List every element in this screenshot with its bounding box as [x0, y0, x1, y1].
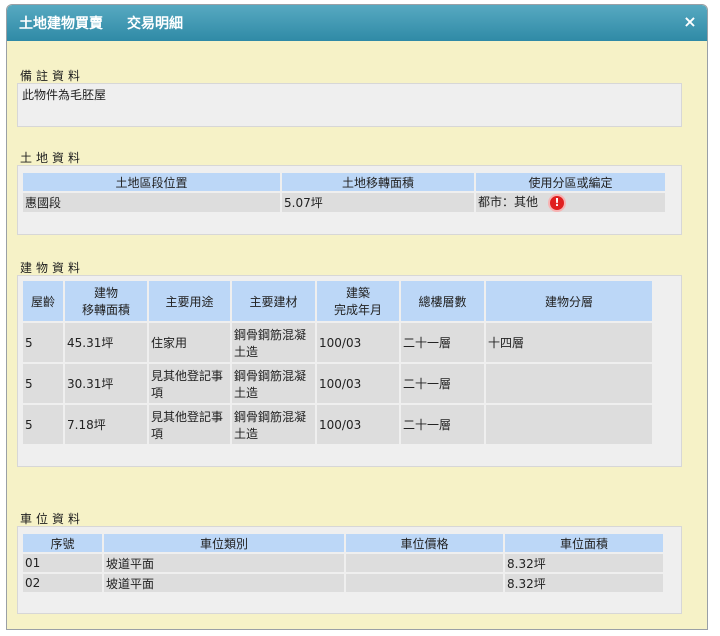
building-table: 屋齡 建物 移轉面積 主要用途 主要建材 建築 完成年月 總樓層數 建物分層 5…: [21, 279, 654, 446]
building-layer: 十四層: [486, 323, 652, 362]
table-row: 5 7.18坪 見其他登記事項 鋼骨鋼筋混凝土造 100/03 二十一層: [23, 405, 652, 444]
parking-type: 坡道平面: [104, 574, 344, 592]
parking-header-price: 車位價格: [346, 534, 503, 552]
transaction-detail-dialog: 土地建物買賣 交易明細 × 備註資料 此物件為毛胚屋 土地資料 土地區段位置 土…: [6, 4, 708, 630]
building-floors: 二十一層: [401, 405, 484, 444]
building-header-use: 主要用途: [149, 281, 230, 321]
building-use: 見其他登記事項: [149, 405, 230, 444]
land-header-area: 土地移轉面積: [282, 173, 474, 191]
table-row: 5 45.31坪 住家用 鋼骨鋼筋混凝土造 100/03 二十一層 十四層: [23, 323, 652, 362]
notes-text: 此物件為毛胚屋: [22, 88, 107, 102]
table-row: 02 坡道平面 8.32坪: [23, 574, 663, 592]
parking-area: 8.32坪: [505, 574, 663, 592]
building-panel: 屋齡 建物 移轉面積 主要用途 主要建材 建築 完成年月 總樓層數 建物分層 5…: [17, 275, 682, 467]
land-header-zoning: 使用分區或編定: [476, 173, 665, 191]
building-header-layer: 建物分層: [486, 281, 652, 321]
dialog-title: 土地建物買賣: [19, 16, 103, 32]
parking-panel: 序號 車位類別 車位價格 車位面積 01 坡道平面 8.32坪 02 坡道平面 …: [17, 526, 682, 614]
building-header-area: 建物 移轉面積: [65, 281, 147, 321]
building-floors: 二十一層: [401, 364, 484, 403]
land-area: 5.07坪: [282, 193, 474, 212]
table-row: 01 坡道平面 8.32坪: [23, 554, 663, 572]
land-section-label: 土地資料: [20, 151, 85, 165]
land-zoning-cell: 都市：其他!: [476, 193, 665, 212]
building-floors: 二十一層: [401, 323, 484, 362]
parking-header-no: 序號: [23, 534, 102, 552]
building-built: 100/03: [317, 364, 399, 403]
land-header-location: 土地區段位置: [23, 173, 280, 191]
building-built: 100/03: [317, 405, 399, 444]
building-area: 7.18坪: [65, 405, 147, 444]
building-age: 5: [23, 405, 63, 444]
parking-area: 8.32坪: [505, 554, 663, 572]
building-built: 100/03: [317, 323, 399, 362]
building-header-floors: 總樓層數: [401, 281, 484, 321]
land-panel: 土地區段位置 土地移轉面積 使用分區或編定 惠國段 5.07坪 都市：其他!: [17, 165, 682, 235]
building-area: 45.31坪: [65, 323, 147, 362]
notes-panel: 此物件為毛胚屋: [17, 83, 682, 127]
land-zoning: 都市：其他: [478, 195, 539, 209]
parking-no: 02: [23, 574, 102, 592]
building-age: 5: [23, 364, 63, 403]
building-header-age: 屋齡: [23, 281, 63, 321]
close-icon[interactable]: ×: [681, 13, 699, 31]
building-use: 住家用: [149, 323, 230, 362]
parking-type: 坡道平面: [104, 554, 344, 572]
notes-section-label: 備註資料: [20, 69, 85, 83]
parking-no: 01: [23, 554, 102, 572]
parking-header-area: 車位面積: [505, 534, 663, 552]
land-location: 惠國段: [23, 193, 280, 212]
dialog-titlebar: 土地建物買賣 交易明細 ×: [7, 5, 707, 41]
table-row: 惠國段 5.07坪 都市：其他!: [23, 193, 665, 212]
table-row: 5 30.31坪 見其他登記事項 鋼骨鋼筋混凝土造 100/03 二十一層: [23, 364, 652, 403]
parking-price: [346, 574, 503, 592]
parking-section-label: 車位資料: [20, 512, 85, 526]
building-material: 鋼骨鋼筋混凝土造: [232, 323, 315, 362]
parking-price: [346, 554, 503, 572]
building-layer: [486, 405, 652, 444]
parking-header-type: 車位類別: [104, 534, 344, 552]
alert-icon[interactable]: !: [548, 193, 567, 212]
parking-table: 序號 車位類別 車位價格 車位面積 01 坡道平面 8.32坪 02 坡道平面 …: [21, 532, 665, 594]
building-section-label: 建物資料: [20, 261, 85, 275]
dialog-subtitle: 交易明細: [127, 16, 183, 32]
building-material: 鋼骨鋼筋混凝土造: [232, 364, 315, 403]
building-header-material: 主要建材: [232, 281, 315, 321]
building-use: 見其他登記事項: [149, 364, 230, 403]
building-age: 5: [23, 323, 63, 362]
building-header-built: 建築 完成年月: [317, 281, 399, 321]
building-material: 鋼骨鋼筋混凝土造: [232, 405, 315, 444]
building-area: 30.31坪: [65, 364, 147, 403]
building-layer: [486, 364, 652, 403]
land-table: 土地區段位置 土地移轉面積 使用分區或編定 惠國段 5.07坪 都市：其他!: [21, 171, 667, 214]
